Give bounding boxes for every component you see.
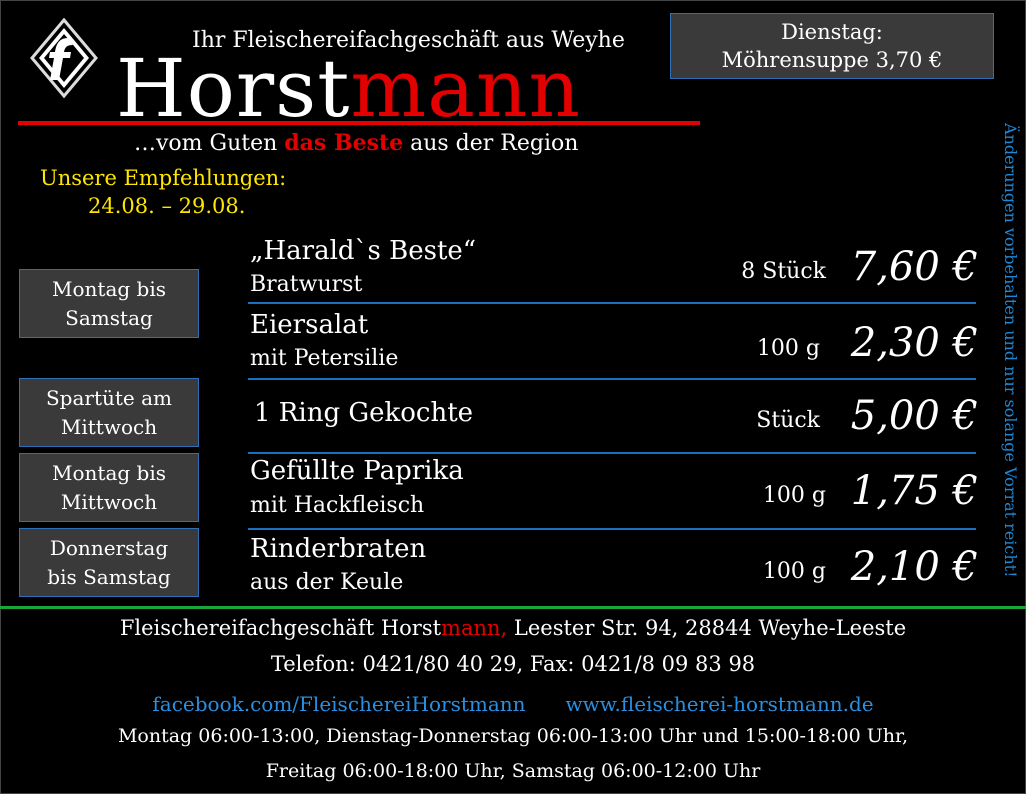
recommendations-dates: 24.08. – 29.08. — [88, 194, 246, 218]
footer-address: Fleischereifachgeschäft Horstmann, Leest… — [0, 616, 1026, 640]
product-subtitle: mit Petersilie — [250, 346, 399, 371]
daily-special-day: Dienstag: — [781, 20, 883, 44]
row-separator — [248, 378, 976, 380]
product-name: Rinderbraten — [250, 534, 427, 564]
product-name: Eiersalat — [250, 310, 369, 340]
facebook-link[interactable]: facebook.com/FleischereiHorstmann — [152, 692, 525, 716]
daily-special-box: Dienstag: Möhrensuppe 3,70 € — [670, 13, 994, 79]
footer-divider — [0, 606, 1026, 609]
slogan-pre: …vom Guten — [134, 131, 285, 156]
info-box-line: Mittwoch — [60, 489, 158, 514]
header-underline — [18, 121, 700, 125]
product-quantity: 8 Stück — [741, 259, 826, 284]
row-separator — [248, 452, 976, 454]
footer-address-post: Leester Str. 94, 28844 Weyhe-Leeste — [507, 616, 907, 640]
product-name: „Harald`s Beste“ — [250, 236, 477, 266]
product-subtitle: Bratwurst — [250, 272, 363, 297]
footer-address-red: mann, — [441, 616, 508, 640]
fleischerei-f-logo-icon — [28, 16, 100, 100]
product-quantity: Stück — [756, 408, 820, 433]
info-box-mon-wed: Montag bis Mittwoch — [19, 453, 199, 522]
info-box-line: Donnerstag — [49, 535, 169, 560]
footer-hours-1: Montag 06:00-13:00, Dienstag-Donnerstag … — [117, 725, 909, 747]
footer-hours-2: Freitag 06:00-18:00 Uhr, Samstag 06:00-1… — [265, 760, 761, 782]
info-box-thu-sat: Donnerstag bis Samstag — [19, 528, 199, 597]
slogan-post: aus der Region — [403, 131, 579, 156]
info-box-line: Samstag — [65, 305, 153, 330]
product-name: Gefüllte Paprika — [250, 456, 464, 486]
disclaimer-vertical: Änderungen vorbehalten und nur solange V… — [1001, 122, 1020, 578]
row-separator — [248, 302, 976, 304]
slogan: …vom Guten das Beste aus der Region — [134, 130, 578, 156]
website-link[interactable]: www.fleischerei-horstmann.de — [566, 692, 874, 716]
product-quantity: 100 g — [762, 559, 826, 584]
product-price: 7,60 € — [850, 244, 978, 290]
product-subtitle: mit Hackfleisch — [250, 493, 425, 518]
info-box-line: Spartüte am — [45, 385, 173, 410]
daily-special-item: Möhrensuppe 3,70 € — [721, 48, 943, 72]
product-subtitle: aus der Keule — [250, 570, 404, 595]
recommendations-title: Unsere Empfehlungen: — [40, 166, 287, 190]
footer-address-pre: Fleischereifachgeschäft Horst — [119, 616, 442, 640]
info-box-line: bis Samstag — [47, 564, 171, 589]
product-name: 1 Ring Gekochte — [254, 398, 474, 428]
info-box-line: Montag bis — [52, 460, 166, 485]
info-box-spartuete: Spartüte am Mittwoch — [19, 378, 199, 447]
info-box-mon-sat: Montag bis Samstag — [19, 269, 199, 338]
product-price: 2,30 € — [850, 320, 978, 366]
info-box-line: Mittwoch — [60, 414, 158, 439]
product-price: 2,10 € — [850, 544, 978, 590]
info-box-line: Montag bis — [52, 276, 166, 301]
product-quantity: 100 g — [762, 483, 826, 508]
product-price: 1,75 € — [850, 468, 978, 514]
footer-phone: Telefon: 0421/80 40 29, Fax: 0421/8 09 8… — [270, 652, 756, 676]
product-price: 5,00 € — [850, 393, 978, 439]
product-quantity: 100 g — [756, 336, 820, 361]
row-separator — [248, 528, 976, 530]
slogan-highlight: das Beste — [284, 130, 404, 156]
footer-links: facebook.com/FleischereiHorstmann www.fle… — [0, 692, 1026, 716]
